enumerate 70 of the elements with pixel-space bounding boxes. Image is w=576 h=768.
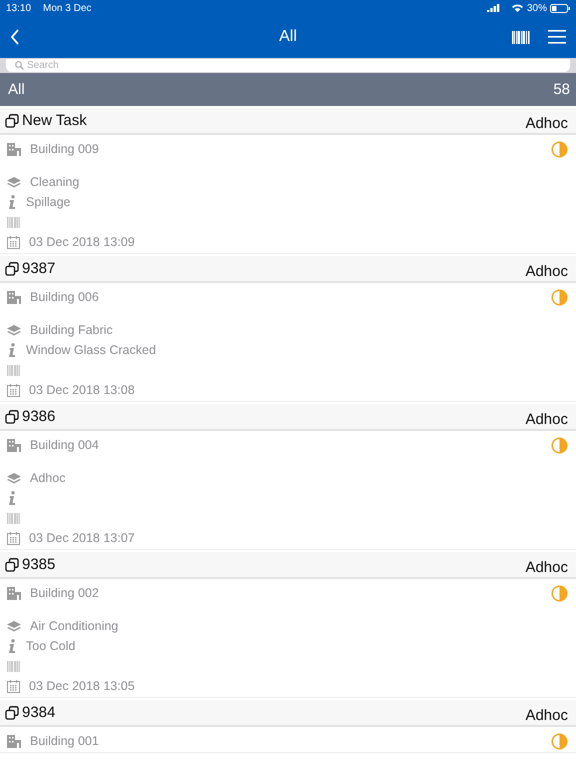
task-description: Too Cold [26, 639, 76, 653]
layers-icon [7, 176, 21, 188]
task-category: Air Conditioning [30, 619, 118, 633]
building-name: Building 004 [30, 438, 99, 452]
barcode-icon [7, 364, 21, 376]
task-category: Adhoc [30, 471, 66, 485]
building-icon [7, 438, 21, 452]
search-field[interactable]: Search [6, 59, 570, 72]
info-icon [7, 639, 17, 653]
battery-percent: 30% [526, 2, 547, 14]
task-type: Adhoc [525, 263, 568, 280]
building-icon [7, 290, 21, 304]
info-icon [7, 195, 17, 209]
task-description: Window Glass Cracked [26, 343, 156, 357]
task-type: Adhoc [525, 115, 568, 132]
clock-icon [551, 288, 568, 306]
barcode-scan-button[interactable] [510, 28, 532, 46]
copy-icon [5, 706, 19, 720]
info-icon [7, 491, 17, 505]
signal-icon [486, 4, 500, 12]
wifi-icon [512, 4, 523, 12]
nav-title: All [279, 28, 297, 46]
clock-icon [551, 436, 568, 454]
barcode-icon [7, 512, 21, 524]
copy-icon [5, 114, 19, 128]
task-type: Adhoc [525, 559, 568, 576]
building-icon [7, 142, 21, 156]
building-icon [7, 586, 21, 600]
menu-button[interactable] [546, 28, 568, 46]
clock-icon [551, 584, 568, 602]
info-icon [7, 343, 17, 357]
barcode-icon [7, 216, 21, 228]
task-description: Spillage [26, 195, 70, 209]
building-name: Building 009 [30, 142, 99, 156]
task-title[interactable]: 9384 [22, 704, 56, 721]
task-date: 03 Dec 2018 13:09 [29, 235, 135, 249]
calendar-icon [7, 384, 20, 396]
building-name: Building 001 [30, 734, 99, 748]
task-date: 03 Dec 2018 13:08 [29, 383, 135, 397]
section-count: 58 [553, 81, 570, 98]
task-type: Adhoc [525, 707, 568, 724]
task-title[interactable]: 9386 [22, 408, 56, 425]
copy-icon [5, 262, 19, 276]
task-type: Adhoc [525, 411, 568, 428]
task-date: 03 Dec 2018 13:05 [29, 679, 135, 693]
task-category: Building Fabric [30, 323, 113, 337]
building-name: Building 002 [30, 586, 99, 600]
status-date: Mon 3 Dec [43, 2, 92, 14]
layers-icon [7, 620, 21, 632]
status-time: 13:10 [6, 2, 32, 14]
calendar-icon [7, 236, 20, 248]
copy-icon [5, 410, 19, 424]
clock-icon [551, 140, 568, 158]
battery-icon [550, 4, 570, 12]
task-title[interactable]: 9385 [22, 556, 56, 573]
calendar-icon [7, 532, 20, 544]
building-name: Building 006 [30, 290, 99, 304]
layers-icon [7, 324, 21, 336]
barcode-icon [7, 660, 21, 672]
calendar-icon [7, 680, 20, 692]
task-date: 03 Dec 2018 13:07 [29, 531, 135, 545]
task-title[interactable]: New Task [22, 112, 87, 129]
section-title: All [8, 81, 25, 98]
task-title[interactable]: 9387 [22, 260, 56, 277]
copy-icon [5, 558, 19, 572]
layers-icon [7, 472, 21, 484]
clock-icon [551, 732, 568, 750]
search-icon [15, 61, 24, 70]
task-category: Cleaning [30, 175, 80, 189]
building-icon [7, 734, 21, 748]
